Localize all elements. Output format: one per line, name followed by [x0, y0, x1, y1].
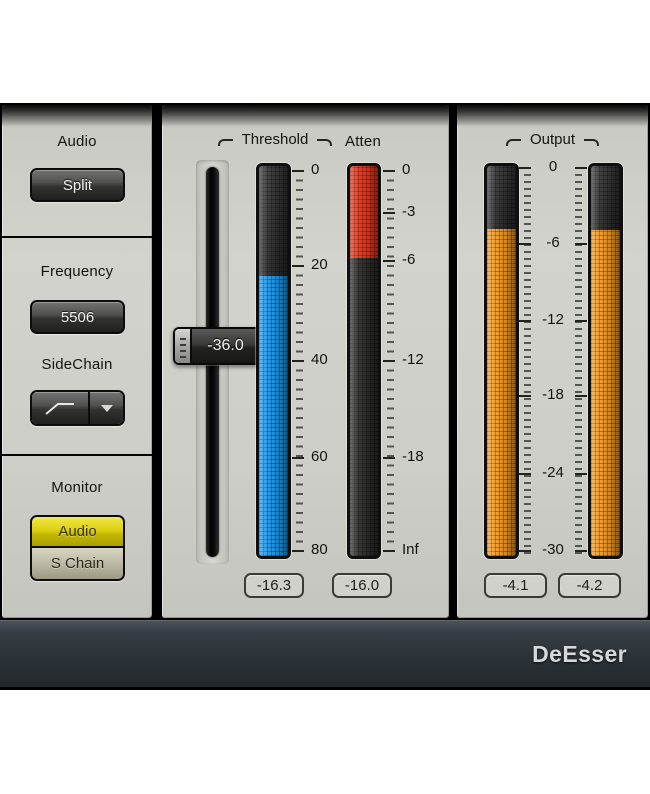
- output-left-readout[interactable]: -4.1: [484, 573, 547, 598]
- atten-meter-readout[interactable]: -16.0: [332, 573, 392, 598]
- scale-tick: [292, 170, 304, 172]
- control-panel: Audio Split Frequency 5506 SideChain Mon…: [2, 105, 152, 618]
- output-right-readout[interactable]: -4.2: [558, 573, 621, 598]
- output-left-meter: [484, 163, 519, 559]
- meter-remaining: [350, 258, 378, 556]
- scale-label: 0: [548, 158, 558, 175]
- monitor-audio-button[interactable]: Audio: [32, 517, 123, 548]
- scale-tick: [292, 265, 304, 267]
- minor-ticks-left: [524, 167, 531, 554]
- scale-tick: [292, 550, 304, 552]
- scale-tick: [292, 360, 304, 362]
- output-header: Output: [457, 131, 648, 148]
- highpass-filter-icon: [45, 403, 74, 415]
- threshold-label: Threshold: [241, 131, 309, 148]
- audio-section-label: Audio: [57, 133, 97, 150]
- chevron-down-icon: [100, 404, 113, 412]
- meter-reduction: [350, 166, 378, 259]
- atten-meter: [347, 163, 381, 559]
- scale-label: 20: [311, 256, 328, 273]
- meter-headroom: [259, 166, 288, 277]
- sidechain-filter-group: [30, 390, 125, 426]
- scale-label: -24: [542, 464, 564, 481]
- scale-label: -30: [542, 541, 564, 558]
- sidechain-filter-dropdown[interactable]: [90, 392, 123, 424]
- scale-tick: [383, 457, 395, 459]
- deesser-plugin-window: Audio Split Frequency 5506 SideChain Mon…: [0, 103, 650, 690]
- scale-label: -6: [402, 251, 416, 268]
- output-scale: 0 -6 -12 -18 -24 -30: [519, 158, 587, 559]
- atten-scale: 0 -3 -6 -12 -18 Inf: [383, 161, 445, 559]
- scale-label: -18: [402, 448, 424, 465]
- monitor-label: Monitor: [51, 479, 103, 496]
- threshold-atten-panel: Threshold Atten -36.0 0 20 40 60 80 0 -3…: [162, 105, 449, 618]
- frequency-section: Frequency 5506 SideChain: [2, 236, 152, 454]
- scale-label: 60: [311, 448, 328, 465]
- atten-label: Atten: [344, 133, 382, 150]
- scale-tick: [292, 457, 304, 459]
- meter-headroom: [591, 166, 620, 230]
- screenshot-canvas: Audio Split Frequency 5506 SideChain Mon…: [0, 0, 650, 794]
- scale-tick: [383, 170, 395, 172]
- threshold-slider-value: -36.0: [192, 329, 259, 363]
- minor-ticks-right: [575, 167, 582, 554]
- scale-label: -3: [402, 203, 416, 220]
- sidechain-filter-button[interactable]: [32, 392, 90, 424]
- meter-headroom: [487, 166, 516, 230]
- plugin-title-bar: DeEsser: [0, 620, 650, 687]
- split-button[interactable]: Split: [30, 168, 125, 202]
- bracket-right-icon: [317, 139, 333, 146]
- meter-signal: [259, 276, 288, 556]
- output-label: Output: [529, 131, 576, 148]
- frequency-label: Frequency: [40, 263, 114, 280]
- scale-label: -12: [542, 311, 564, 328]
- threshold-meter-readout[interactable]: -16.3: [244, 573, 304, 598]
- frequency-value-field[interactable]: 5506: [30, 300, 125, 334]
- scale-label: 0: [311, 161, 320, 178]
- meter-signal: [487, 229, 516, 556]
- threshold-slider-handle[interactable]: -36.0: [173, 327, 273, 365]
- slider-grip-icon: [175, 329, 192, 363]
- scale-tick: [383, 260, 395, 262]
- scale-label: -18: [542, 386, 564, 403]
- monitor-toggle-group: Audio S Chain: [30, 515, 125, 581]
- bracket-right-icon: [584, 139, 600, 146]
- scale-label: 0: [402, 161, 411, 178]
- threshold-input-meter: [256, 163, 291, 559]
- meter-signal: [591, 229, 620, 556]
- bracket-left-icon: [505, 139, 521, 146]
- scale-tick: [383, 360, 395, 362]
- threshold-scale: 0 20 40 60 80: [292, 161, 354, 559]
- monitor-schain-button[interactable]: S Chain: [32, 548, 123, 579]
- scale-label: -6: [546, 234, 560, 251]
- plugin-title: DeEsser: [532, 640, 627, 667]
- output-panel: Output 0 -6 -12 -18 -24 -30 -4.1 -4.2: [457, 105, 648, 618]
- scale-label: Inf: [402, 541, 419, 558]
- monitor-section: Monitor Audio S Chain: [2, 454, 152, 618]
- scale-tick: [383, 550, 395, 552]
- output-right-meter: [588, 163, 623, 559]
- sidechain-label: SideChain: [41, 356, 113, 373]
- scale-label: 80: [311, 541, 328, 558]
- scale-label: -12: [402, 351, 424, 368]
- bracket-left-icon: [217, 139, 233, 146]
- audio-section: Audio Split: [2, 105, 152, 236]
- scale-tick: [383, 212, 395, 214]
- scale-label: 40: [311, 351, 328, 368]
